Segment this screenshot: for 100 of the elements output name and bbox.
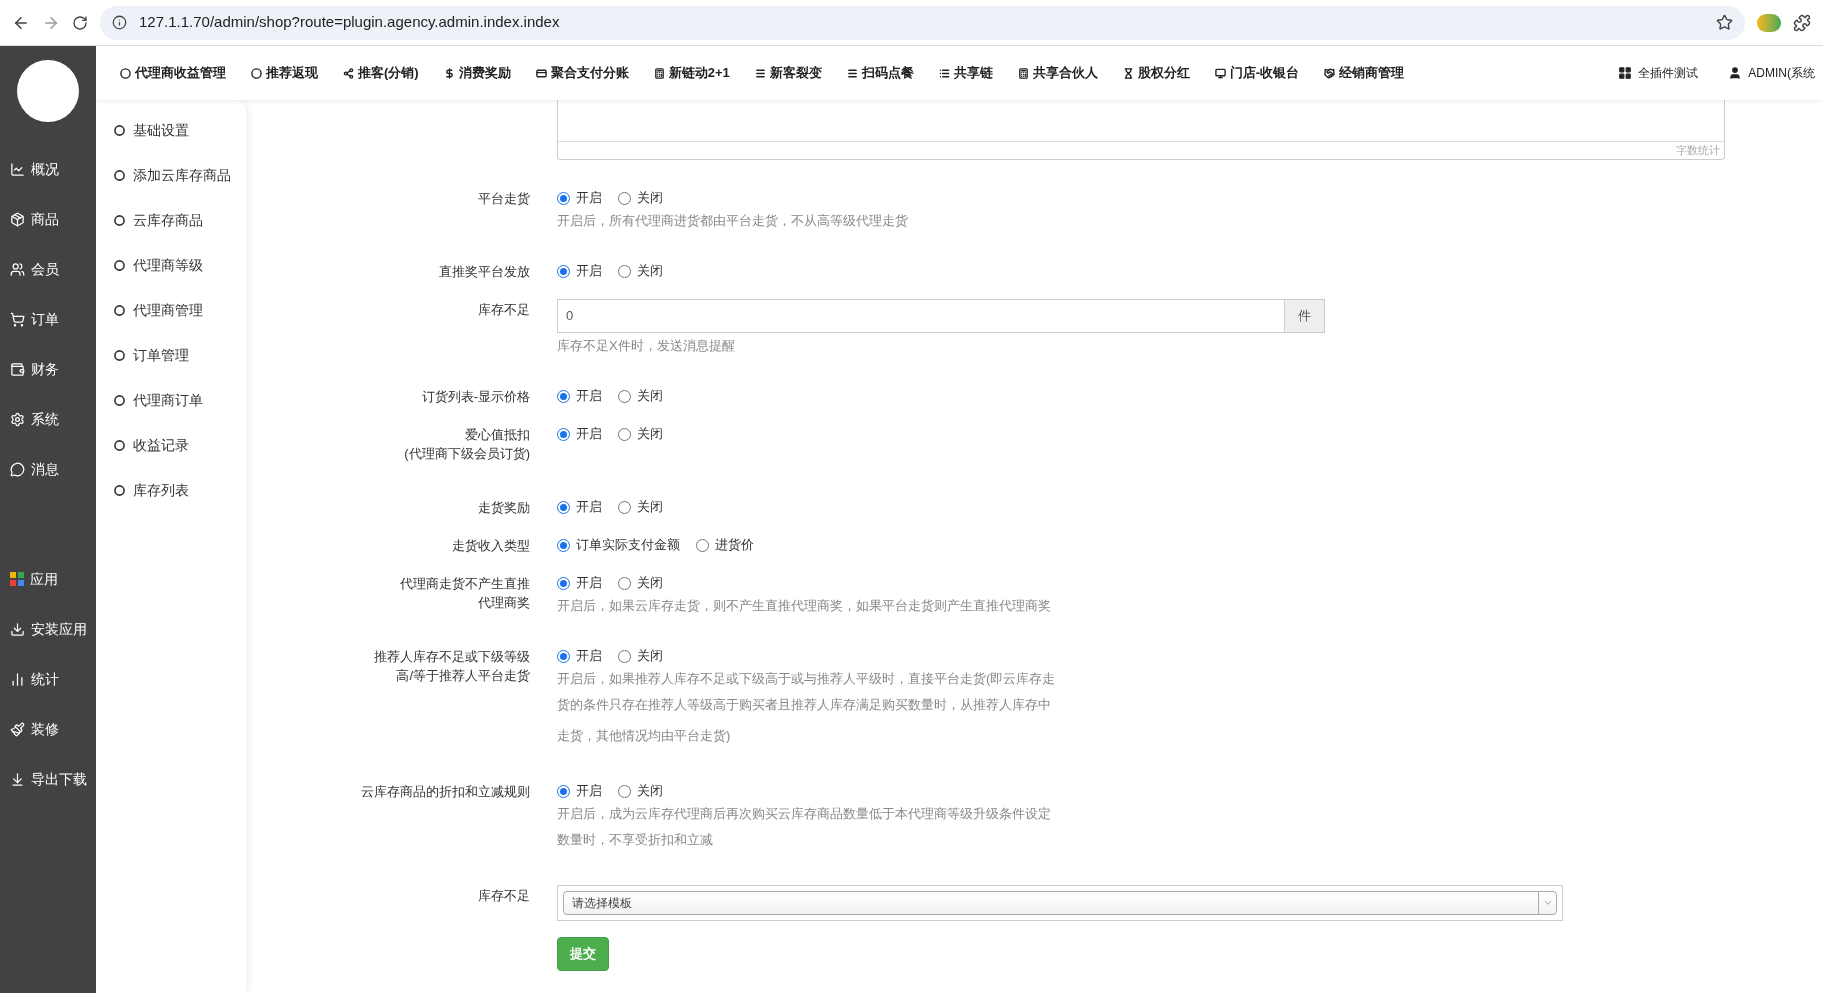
apps-icon <box>10 572 24 586</box>
nav-tab[interactable]: 股权分红 <box>1122 63 1190 83</box>
calculator-icon <box>1017 67 1029 79</box>
radio-option[interactable]: 关闭 <box>618 261 663 281</box>
nav-tab[interactable]: 聚合支付分账 <box>535 63 629 83</box>
download-icon <box>10 771 25 787</box>
wallet-icon <box>10 361 25 377</box>
info-icon <box>112 15 127 30</box>
field-label: (代理商下级会员订货) <box>404 445 530 463</box>
submenu-item[interactable]: 添加云库存商品 <box>114 153 246 198</box>
radio-button[interactable] <box>618 427 631 441</box>
field-label: 库存不足 <box>478 301 530 319</box>
sidebar-item[interactable]: 装修 <box>0 704 96 754</box>
sidebar-item[interactable]: 财务 <box>0 344 96 394</box>
nav-tab[interactable]: 代理商收益管理 <box>120 63 226 83</box>
field-label: 云库存商品的折扣和立减规则 <box>361 783 530 801</box>
nav-link[interactable]: ADMIN(系统 <box>1728 64 1815 82</box>
submenu-item[interactable]: 代理商等级 <box>114 243 246 288</box>
circle-icon <box>251 67 262 79</box>
nav-tab[interactable]: 推客(分销) <box>343 63 419 83</box>
sidebar-item[interactable]: 安装应用 <box>0 604 96 654</box>
radio-option[interactable]: 关闭 <box>618 646 663 666</box>
sidebar-item[interactable]: 统计 <box>0 654 96 704</box>
sidebar-item[interactable]: 导出下载 <box>0 754 96 804</box>
radio-button[interactable] <box>696 538 709 552</box>
circle-icon <box>120 67 131 79</box>
radio-option[interactable]: 开启 <box>557 497 602 517</box>
radio-option[interactable]: 关闭 <box>618 781 663 801</box>
nav-tab[interactable]: 新客裂变 <box>754 63 822 83</box>
submenu-item[interactable]: 库存列表 <box>114 468 246 513</box>
sidebar-item[interactable]: 商品 <box>0 194 96 244</box>
radio-option[interactable]: 开启 <box>557 781 602 801</box>
sidebar-item[interactable]: 会员 <box>0 244 96 294</box>
radio-button[interactable] <box>618 389 631 403</box>
cart-icon <box>10 311 25 327</box>
share-icon <box>343 67 354 79</box>
star-icon[interactable] <box>1716 14 1733 31</box>
list-icon <box>938 67 950 79</box>
field-label: 库存不足 <box>478 887 530 905</box>
radio-option[interactable]: 开启 <box>557 573 602 593</box>
unit-addon: 件 <box>1285 299 1325 333</box>
radio-option[interactable]: 开启 <box>557 261 602 281</box>
radio-button[interactable] <box>618 649 631 663</box>
submenu-item[interactable]: 基础设置 <box>114 108 246 153</box>
nav-link[interactable]: 全插件测试 <box>1618 64 1699 82</box>
grid-icon <box>1618 66 1633 80</box>
template-select[interactable]: 请选择模板 <box>563 891 1557 915</box>
radio-option[interactable]: 关闭 <box>618 386 663 406</box>
radio-button[interactable] <box>618 500 631 514</box>
circle-icon <box>114 305 125 316</box>
circle-icon <box>114 260 125 271</box>
field-label: 直推奖平台发放 <box>439 263 530 281</box>
submenu-item[interactable]: 收益记录 <box>114 423 246 468</box>
circle-icon <box>114 215 125 226</box>
sidebar-item[interactable]: 消息 <box>0 444 96 494</box>
radio-option[interactable]: 开启 <box>557 386 602 406</box>
radio-option[interactable]: 开启 <box>557 424 602 444</box>
radio-option[interactable]: 订单实际支付金额 <box>557 535 680 555</box>
radio-option[interactable]: 开启 <box>557 188 602 208</box>
nav-tab[interactable]: 推荐返现 <box>251 63 318 83</box>
char-counter: 字数统计 <box>1676 143 1720 158</box>
puzzle-icon[interactable] <box>1793 13 1811 32</box>
reload-icon[interactable] <box>72 14 88 31</box>
chat-icon <box>10 461 25 477</box>
nav-tab[interactable]: 门店-收银台 <box>1214 63 1300 83</box>
radio-button[interactable] <box>618 264 631 278</box>
sidebar-item[interactable]: 概况 <box>0 144 96 194</box>
sidebar-item[interactable]: 订单 <box>0 294 96 344</box>
submenu-item[interactable]: 代理商订单 <box>114 378 246 423</box>
nav-tab[interactable]: 经销商管理 <box>1324 63 1405 83</box>
submenu-item[interactable]: 代理商管理 <box>114 288 246 333</box>
nav-tab[interactable]: 新链动2+1 <box>653 63 730 83</box>
help-text: 库存不足X件时，发送消息提醒 <box>557 337 736 355</box>
nav-tab[interactable]: 消费奖励 <box>443 63 511 83</box>
help-text: 开启后，如果推荐人库存不足或下级高于或与推荐人平级时，直接平台走货(即云库存走 <box>557 670 1056 688</box>
sidebar-item[interactable]: 系统 <box>0 394 96 444</box>
address-bar[interactable]: 127.1.1.70/admin/shop?route=plugin.agency.admin.index.index <box>100 5 1745 40</box>
submenu-item[interactable]: 订单管理 <box>114 333 246 378</box>
radio-option[interactable]: 关闭 <box>618 424 663 444</box>
radio-option[interactable]: 关闭 <box>618 497 663 517</box>
radio-button[interactable] <box>618 784 631 798</box>
help-text: 走货，其他情况均由平台走货) <box>557 727 732 745</box>
nav-tab[interactable]: 扫码点餐 <box>846 63 914 83</box>
radio-option[interactable]: 关闭 <box>618 188 663 208</box>
nav-tab[interactable]: 共享链 <box>938 63 993 83</box>
hourglass-icon <box>1122 67 1134 79</box>
radio-option[interactable]: 开启 <box>557 646 602 666</box>
radio-button[interactable] <box>618 191 631 205</box>
radio-option[interactable]: 关闭 <box>618 573 663 593</box>
radio-option[interactable]: 进货价 <box>696 535 754 555</box>
stock-input[interactable]: 0 <box>557 299 1285 333</box>
sidebar-item[interactable]: 应用 <box>0 554 96 604</box>
circle-icon <box>114 170 125 181</box>
submenu-item[interactable]: 云库存商品 <box>114 198 246 243</box>
extension-icon[interactable] <box>1757 13 1781 32</box>
radio-button[interactable] <box>618 576 631 590</box>
nav-tab[interactable]: 共享合伙人 <box>1017 63 1098 83</box>
field-label: 订货列表-显示价格 <box>421 388 530 406</box>
field-label: 平台走货 <box>478 190 530 208</box>
field-label: 高/等于推荐人平台走货 <box>396 667 530 685</box>
